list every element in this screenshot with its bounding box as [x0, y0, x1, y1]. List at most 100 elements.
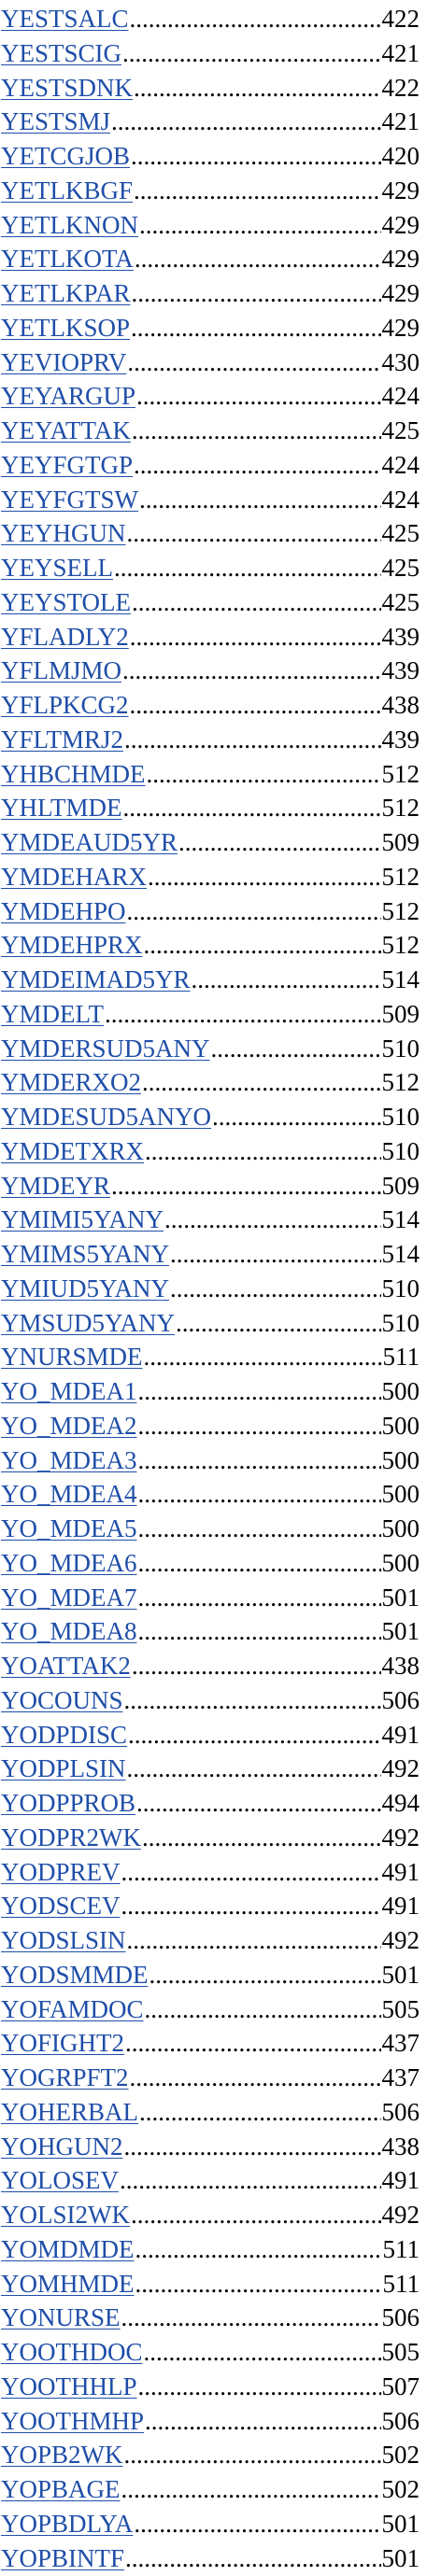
index-entry: YODSLSIN 492 [0, 1923, 427, 1958]
dot-leader [121, 2301, 381, 2335]
index-entry-link[interactable]: YO_MDEA2 [1, 1409, 137, 1443]
dot-leader [124, 723, 380, 757]
index-entry-link[interactable]: YODPR2WK [1, 1821, 141, 1855]
index-entry-link[interactable]: YETLKSOP [1, 311, 130, 345]
index-entry-link[interactable]: YMDESUD5ANYO [1, 1100, 211, 1134]
index-entry-link[interactable]: YMDETXRX [1, 1134, 144, 1169]
index-entry-link[interactable]: YOMDMDE [1, 2232, 135, 2267]
index-entry-page-number: 420 [381, 142, 420, 170]
index-entry-link[interactable]: YFLPKCG2 [1, 688, 129, 723]
dot-leader [144, 928, 381, 963]
index-entry-link[interactable]: YMDEHPO [1, 894, 126, 929]
index-entry-link[interactable]: YOCOUNS [1, 1683, 123, 1718]
index-entry-link[interactable]: YFLMJMO [1, 654, 121, 688]
index-entry-link[interactable]: YMDEHARX [1, 860, 147, 894]
dot-leader [138, 1581, 381, 1615]
index-entry-link[interactable]: YOMHMDE [1, 2267, 135, 2302]
index-entry-link[interactable]: YEYFGTSW [1, 483, 138, 517]
index-entry-link[interactable]: YHLTMDE [1, 791, 122, 825]
index-entry-link[interactable]: YEVIOPRV [1, 345, 126, 380]
index-entry-link[interactable]: YOLOSEV [1, 2163, 119, 2198]
index-entry-link[interactable]: YMDERXO2 [1, 1065, 141, 1100]
index-entry-link[interactable]: YOLSI2WK [1, 2198, 130, 2232]
index-entry-link[interactable]: YEYSELL [1, 551, 113, 585]
index-entry-link[interactable]: YODPREV [1, 1855, 121, 1890]
dot-leader [144, 2335, 381, 2370]
index-entry-page-number: 501 [381, 1617, 420, 1646]
index-entry-link[interactable]: YOOTHMHP [1, 2404, 144, 2439]
index-entry-link[interactable]: YFLTMRJ2 [1, 723, 123, 757]
index-entry-link[interactable]: YOPBINTF [1, 2541, 124, 2576]
index-entry-link[interactable]: YEYARGUP [1, 379, 135, 414]
index-entry-link[interactable]: YETLKPAR [1, 276, 131, 311]
index-entry-link[interactable]: YETCGJOB [1, 139, 130, 174]
index-entry-link[interactable]: YOPBDLYA [1, 2507, 133, 2541]
index-entry-page-number: 424 [381, 450, 420, 479]
index-entry-link[interactable]: YO_MDEA1 [1, 1374, 137, 1409]
index-entry-link[interactable]: YOFAMDOC [1, 1992, 144, 2027]
index-entry-link[interactable]: YO_MDEA7 [1, 1581, 137, 1615]
index-entry-link[interactable]: YOPB2WK [1, 2438, 123, 2472]
index-entry-link[interactable]: YODSLSIN [1, 1923, 126, 1958]
index-entry-link[interactable]: YETLKOTA [1, 242, 134, 276]
index-entry: YODSCEV 491 [0, 1889, 427, 1923]
index-entry-link[interactable]: YODPLSIN [1, 1752, 126, 1786]
index-entry-link[interactable]: YODSMMDE [1, 1958, 149, 1992]
index-entry-link[interactable]: YOHERBAL [1, 2095, 138, 2130]
index-entry-link[interactable]: YEYHGUN [1, 516, 125, 551]
index-entry-link[interactable]: YOPBAGE [1, 2472, 121, 2507]
index-entry-link[interactable]: YESTSDNK [1, 71, 133, 106]
index-entry-link[interactable]: YEYSTOLE [1, 585, 131, 620]
index-entry: YO_MDEA4 500 [0, 1477, 427, 1512]
index-entry-link[interactable]: YETLKNON [1, 208, 138, 243]
index-entry-link[interactable]: YOHGUN2 [1, 2130, 123, 2164]
index-entry-link[interactable]: YO_MDEA3 [1, 1443, 137, 1478]
index-entry-link[interactable]: YO_MDEA8 [1, 1614, 137, 1649]
index-entry-link[interactable]: YO_MDEA4 [1, 1477, 137, 1512]
index-entry-link[interactable]: YOFIGHT2 [1, 2026, 124, 2061]
index-entry-page-number: 491 [381, 1857, 420, 1886]
index-entry: YOFIGHT2 437 [0, 2026, 427, 2061]
index-entry-link[interactable]: YOOTHHLP [1, 2370, 137, 2404]
index-entry: YOPBAGE 502 [0, 2472, 427, 2507]
index-entry-link[interactable]: YODPPROB [1, 1786, 135, 1821]
index-entry-link[interactable]: YO_MDEA6 [1, 1546, 137, 1581]
index-entry-link[interactable]: YOGRPFT2 [1, 2061, 129, 2095]
index-entry-link[interactable]: YEYFGTGP [1, 448, 133, 483]
index-entry-link[interactable]: YO_MDEA5 [1, 1512, 137, 1546]
index-entry-link[interactable]: YMDEIMAD5YR [1, 963, 191, 997]
index-entry-link[interactable]: YESTSMJ [1, 105, 110, 139]
index-entry-link[interactable]: YHBCHMDE [1, 757, 146, 792]
index-entry-link[interactable]: YMDEAUD5YR [1, 825, 178, 860]
index-entry: YOCOUNS 506 [0, 1683, 427, 1718]
index-entry-link[interactable]: YMIMI5YANY [1, 1203, 164, 1237]
index-entry-link[interactable]: YMIMS5YANY [1, 1237, 169, 1272]
index-entry-link[interactable]: YMIUD5YANY [1, 1272, 169, 1306]
index-entry: YOLSI2WK 492 [0, 2198, 427, 2232]
index-entry-link[interactable]: YOATTAK2 [1, 1649, 131, 1683]
index-entry-link[interactable]: YONURSE [1, 2301, 121, 2335]
index-entry-link[interactable]: YESTSCIG [1, 36, 121, 71]
index-entry-link[interactable]: YMDEYR [1, 1169, 110, 1204]
index-entry-link[interactable]: YOOTHDOC [1, 2335, 143, 2370]
index-entry-page-number: 510 [381, 1034, 420, 1063]
index-entry-link[interactable]: YESTSALC [1, 2, 129, 36]
index-entry-link[interactable]: YODSCEV [1, 1889, 121, 1923]
index-entry: YETLKNON 429 [0, 208, 427, 243]
index-entry-page-number: 429 [381, 279, 420, 307]
dot-leader [130, 2061, 381, 2095]
index-entry-link[interactable]: YMDEHPRX [1, 928, 143, 963]
index-entry-link[interactable]: YFLADLY2 [1, 620, 129, 655]
dot-leader [176, 1306, 380, 1341]
index-entry-link[interactable]: YMDELT [1, 997, 104, 1032]
dot-leader [148, 860, 380, 894]
index-entry-link[interactable]: YODPDISC [1, 1718, 127, 1753]
index-entry-link[interactable]: YETLKBGF [1, 174, 133, 208]
index-entry-page-number: 438 [381, 2132, 420, 2161]
index-entry-page-number: 491 [381, 1720, 420, 1749]
index-entry-link[interactable]: YEYATTAK [1, 414, 131, 448]
index-entry-page-number: 425 [381, 587, 420, 616]
index-entry-link[interactable]: YMDERSUD5ANY [1, 1032, 210, 1066]
index-entry-link[interactable]: YMSUD5YANY [1, 1306, 175, 1341]
index-entry-link[interactable]: YNURSMDE [1, 1340, 143, 1374]
